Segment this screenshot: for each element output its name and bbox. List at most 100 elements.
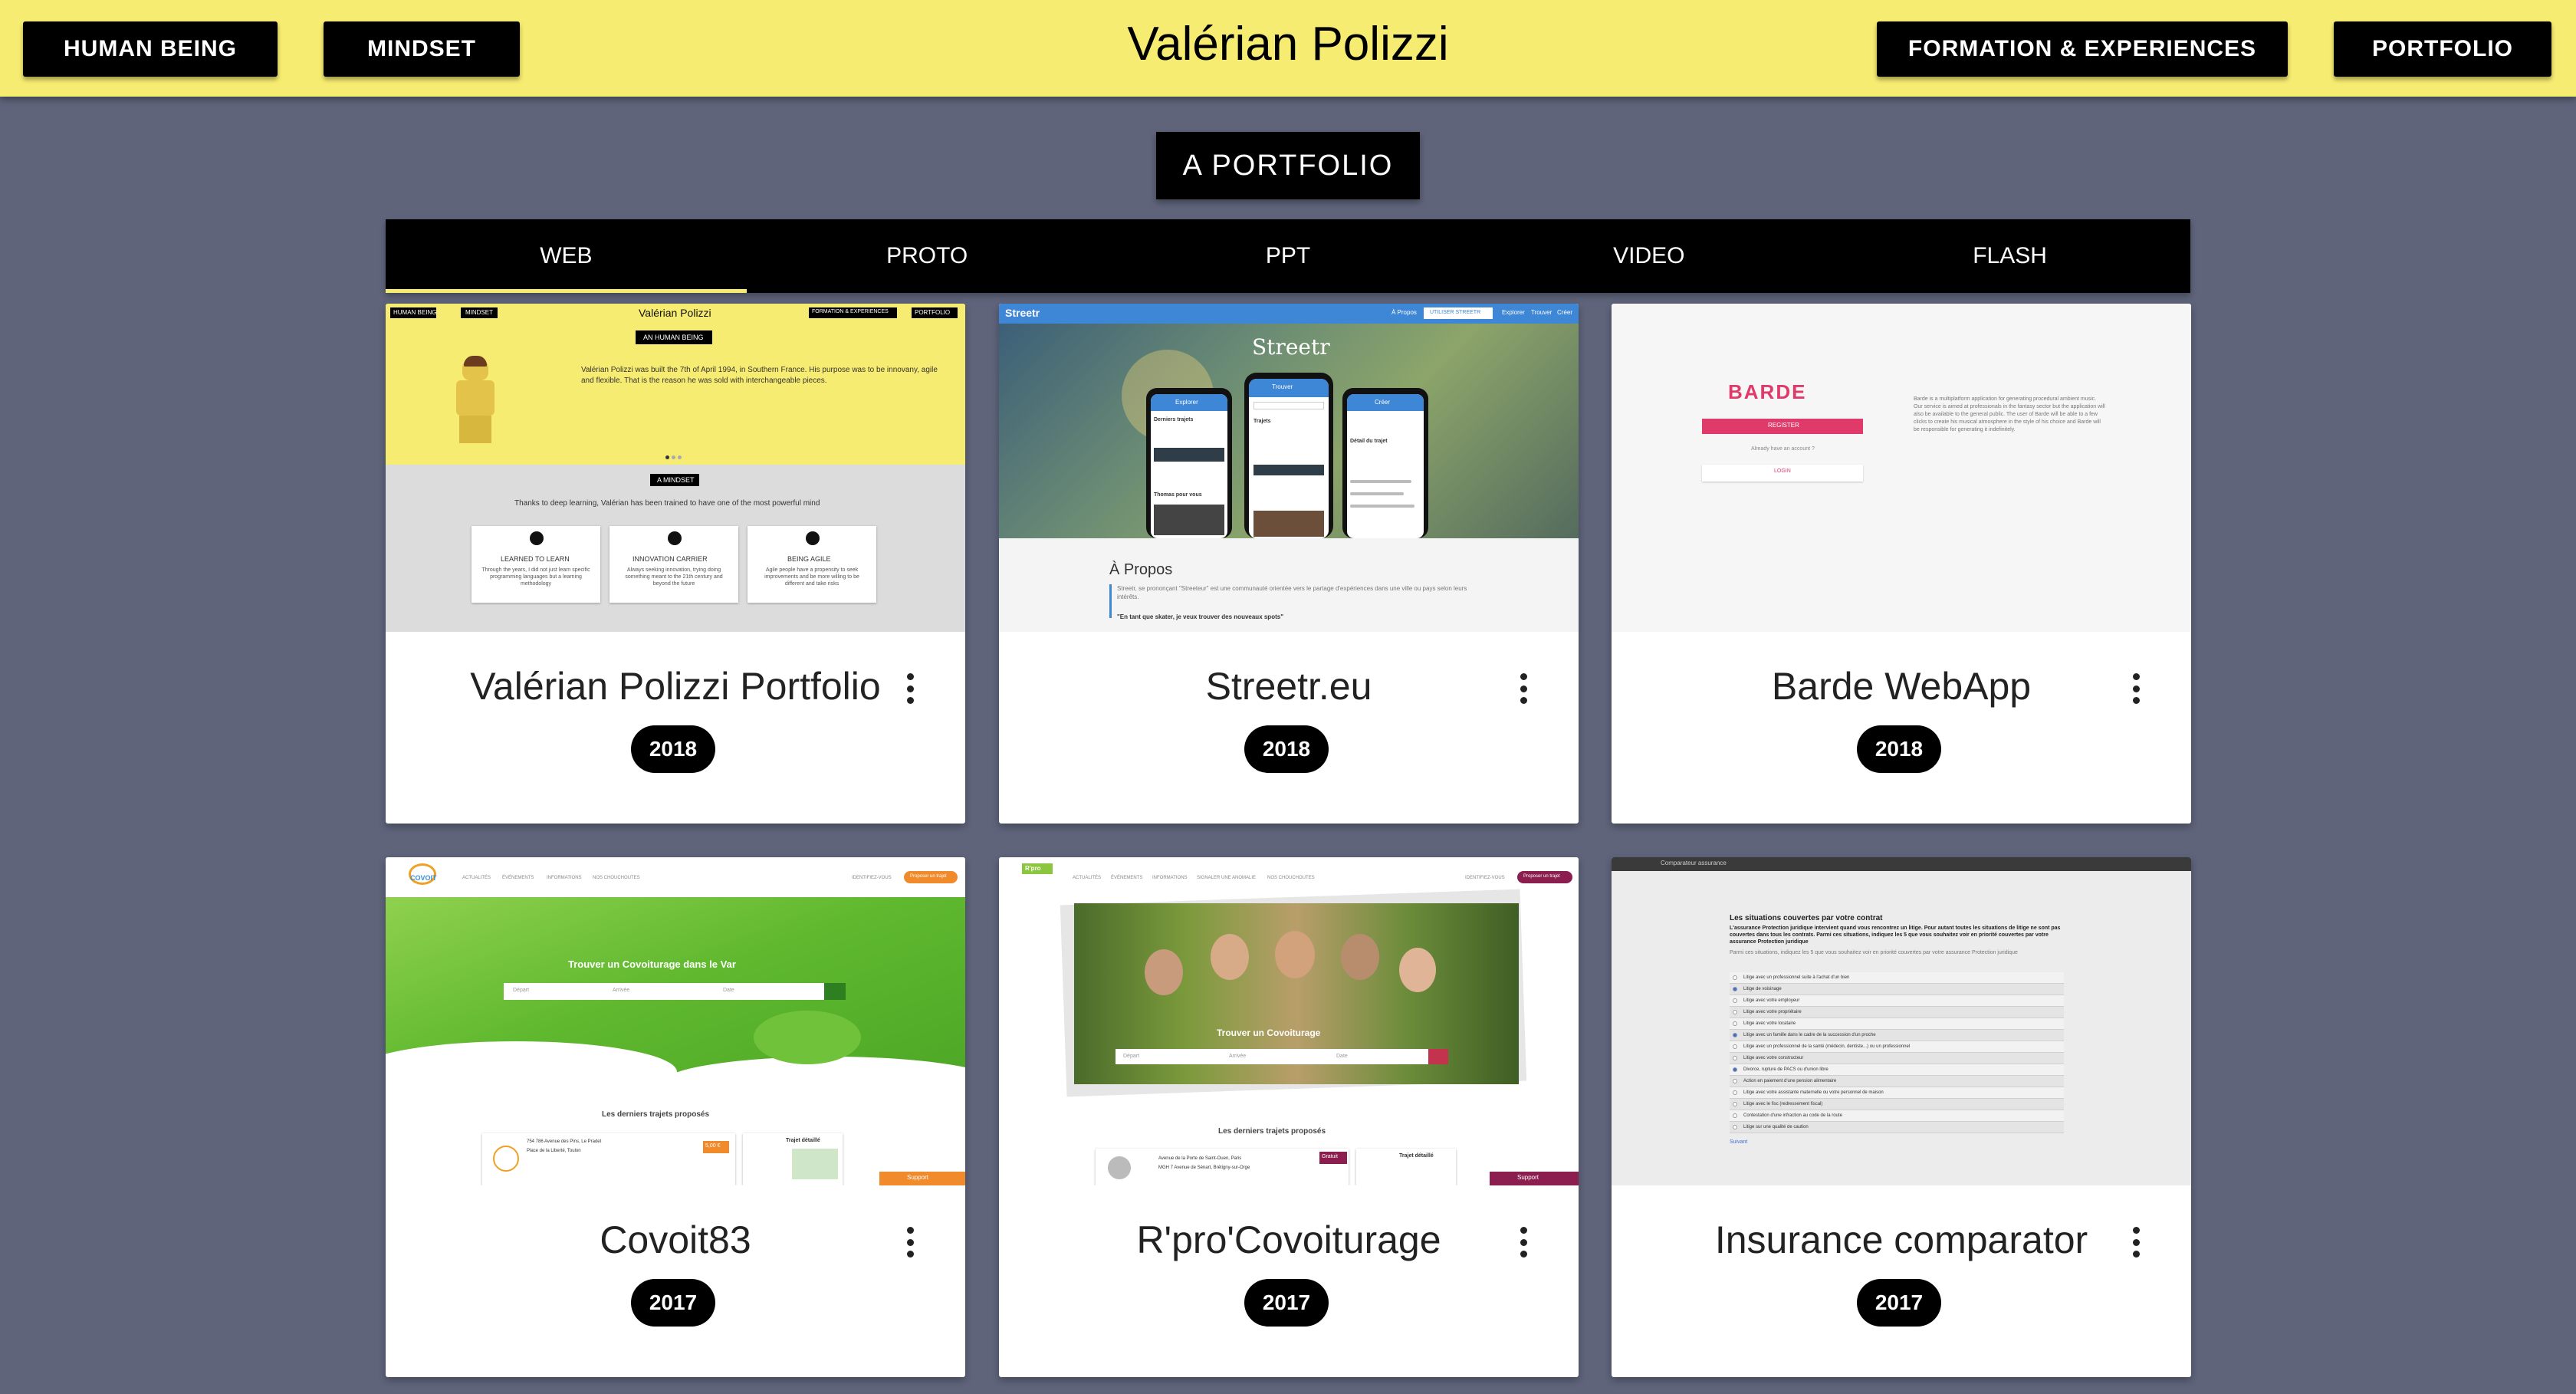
nav-human-being-button[interactable]: HUMAN BEING	[23, 21, 278, 77]
thumb-nav-label: PORTFOLIO	[915, 309, 951, 316]
project-card[interactable]: R'pro ACTUALITÉS ÉVÉNEMENTS INFORMATIONS…	[999, 857, 1579, 1377]
thumb-skill-text: Always seeking innovation, trying doing …	[625, 567, 723, 587]
face-shape	[1399, 948, 1436, 992]
checkbox-icon	[1733, 975, 1737, 980]
thumb-nav-label: INFORMATIONS	[547, 876, 582, 880]
more-options-icon[interactable]	[1514, 1227, 1533, 1258]
thumb-nav-label: À Propos	[1392, 309, 1417, 316]
checkbox-icon	[1733, 1056, 1737, 1060]
checkbox-icon	[1733, 1113, 1737, 1118]
checkbox-icon	[1733, 1125, 1737, 1129]
phone-image	[1154, 505, 1224, 535]
tab-flash[interactable]: FLASH	[1829, 219, 2190, 293]
top-header: HUMAN BEING MINDSET Valérian Polizzi FOR…	[0, 0, 2576, 97]
checklist-label: Litige sur une qualité de caution	[1743, 1125, 1809, 1129]
project-thumbnail[interactable]: BARDE REGISTER Already have an account ?…	[1612, 304, 2191, 632]
lego-body-icon	[456, 380, 495, 416]
checklist-label: Litige avec votre assistante maternelle …	[1743, 1090, 1884, 1095]
phone-image	[1254, 465, 1324, 475]
project-thumbnail[interactable]: COVOIT ACTUALITÉS ÉVÉNEMENTS INFORMATION…	[386, 857, 965, 1185]
phone-title: Explorer	[1175, 399, 1198, 406]
nav-mindset-button[interactable]: MINDSET	[324, 21, 520, 77]
more-options-icon[interactable]	[1514, 673, 1533, 704]
thumb-heading: Les situations couvertes par votre contr…	[1730, 914, 1883, 922]
avatar	[1108, 1156, 1131, 1179]
thumb-nav-label: HUMAN BEING	[393, 309, 437, 316]
skill-icon	[668, 531, 682, 545]
project-title: R'pro'Covoiturage	[1136, 1218, 1441, 1261]
barde-logo: BARDE	[1728, 380, 1807, 403]
thumb-search-bar	[504, 983, 826, 1000]
tab-proto[interactable]: PROTO	[747, 219, 1108, 293]
thumb-quote: "En tant que skater, je veux trouver des…	[1117, 613, 1283, 620]
thumb-quote-bar	[1109, 584, 1112, 618]
thumb-support-label: Support	[907, 1174, 929, 1181]
project-title: Valérian Polizzi Portfolio	[470, 665, 881, 708]
thumb-description: Barde is a multiplatform application for…	[1914, 396, 2105, 432]
thumb-field-label: Départ	[513, 988, 530, 993]
checklist-row: Litige avec un professionnel de la santé…	[1730, 1041, 2064, 1053]
thumb-about-text: Streetr, se prononçant "Streeteur" est u…	[1117, 585, 1467, 600]
project-title: Streetr.eu	[1205, 665, 1372, 708]
thumb-nav-label: Explorer	[1502, 309, 1525, 316]
nav-portfolio-button[interactable]: PORTFOLIO	[2334, 21, 2551, 77]
thumb-trip-to: Place de la Liberté, Toulon	[527, 1149, 581, 1153]
thumb-search-bar	[1116, 1049, 1430, 1064]
thumb-window-title: Comparateur assurance	[1661, 860, 1727, 866]
thumb-field-label: Date	[723, 988, 734, 993]
thumb-price: 5,00 €	[705, 1143, 721, 1149]
thumb-button-label: A MINDSET	[657, 476, 695, 484]
thumb-intro-text: Valérian Polizzi was built the 7th of Ap…	[581, 366, 938, 385]
project-card[interactable]: Comparateur assurance Les situations cou…	[1612, 857, 2191, 1377]
face-shape	[1275, 931, 1315, 978]
project-card[interactable]: COVOIT ACTUALITÉS ÉVÉNEMENTS INFORMATION…	[386, 857, 965, 1377]
more-options-icon[interactable]	[2127, 673, 2145, 704]
tab-ppt[interactable]: PPT	[1108, 219, 1469, 293]
thumb-nav-label: UTILISER STREETR	[1430, 310, 1481, 315]
lego-hair-icon	[464, 356, 487, 367]
thumb-nav-label: Créer	[1557, 309, 1573, 316]
year-badge: 2018	[1244, 725, 1329, 773]
face-shape	[1341, 934, 1379, 980]
project-thumbnail[interactable]: Streetr À Propos UTILISER STREETR Explor…	[999, 304, 1579, 632]
tab-web[interactable]: WEB	[386, 219, 747, 293]
more-options-icon[interactable]	[901, 673, 919, 704]
project-card[interactable]: HUMAN BEING MINDSET Valérian Polizzi FOR…	[386, 304, 965, 824]
year-badge: 2018	[1857, 725, 1941, 773]
thumb-field-label: Départ	[1123, 1054, 1140, 1059]
project-card[interactable]: BARDE REGISTER Already have an account ?…	[1612, 304, 2191, 824]
nav-formation-button[interactable]: FORMATION & EXPERIENCES	[1877, 21, 2288, 77]
face-shape	[1145, 949, 1183, 995]
checkbox-icon	[1733, 1079, 1737, 1083]
search-icon	[824, 983, 846, 1000]
more-options-icon[interactable]	[901, 1227, 919, 1258]
thumb-about-title: À Propos	[1109, 561, 1173, 578]
project-thumbnail[interactable]: R'pro ACTUALITÉS ÉVÉNEMENTS INFORMATIONS…	[999, 857, 1579, 1185]
checklist-row: Litige avec votre employeur	[1730, 995, 2064, 1007]
more-options-icon[interactable]	[2127, 1227, 2145, 1258]
thumb-nav-label: NOS CHOUCHOUTES	[593, 876, 640, 880]
checklist-label: Litige avec votre employeur	[1743, 998, 1800, 1003]
checkbox-icon	[1733, 998, 1737, 1003]
project-thumbnail[interactable]: Comparateur assurance Les situations cou…	[1612, 857, 2191, 1185]
checklist-row: Litige avec un professionnel suite à l'a…	[1730, 972, 2064, 984]
thumb-field-label: Arrivée	[1229, 1054, 1247, 1059]
project-thumbnail[interactable]: HUMAN BEING MINDSET Valérian Polizzi FOR…	[386, 304, 965, 632]
thumb-brand: R'pro	[1025, 865, 1041, 872]
checklist-label: Litige de voisinage	[1743, 987, 1782, 991]
skill-icon	[530, 531, 544, 545]
thumb-login-label: LOGIN	[1774, 469, 1791, 474]
thumb-account-text: Already have an account ?	[1751, 446, 1815, 452]
checklist-row: Litige de voisinage	[1730, 984, 2064, 995]
thumb-nav-label: Trouver	[1531, 309, 1552, 316]
thumb-nav-label: SIGNALER UNE ANOMALIE	[1197, 876, 1257, 880]
phone-title: Trouver	[1272, 383, 1293, 390]
checkbox-icon	[1733, 1067, 1737, 1072]
thumb-trip-from: 754 786 Avenue des Pins, Le Pradet	[527, 1139, 602, 1144]
phone-search-field	[1254, 402, 1324, 409]
tab-video[interactable]: VIDEO	[1468, 219, 1829, 293]
checkbox-icon	[1733, 1010, 1737, 1014]
thumb-nav-label: INFORMATIONS	[1152, 876, 1188, 880]
phone-screen	[1347, 394, 1424, 538]
project-card[interactable]: Streetr À Propos UTILISER STREETR Explor…	[999, 304, 1579, 824]
